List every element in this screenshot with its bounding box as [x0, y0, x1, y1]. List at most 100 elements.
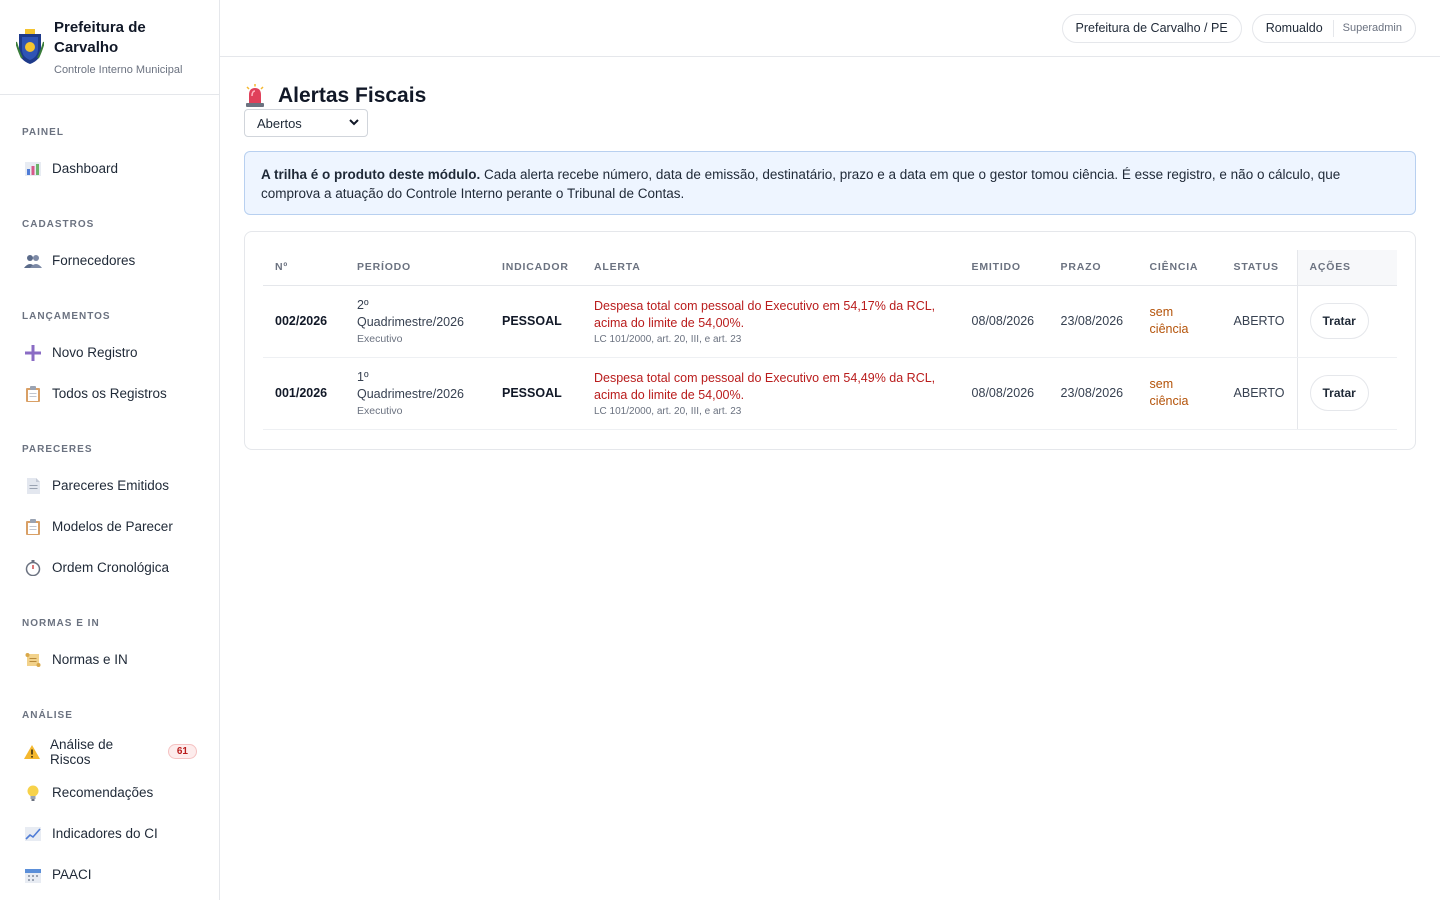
sidebar-item-label: Ordem Cronológica [52, 560, 170, 575]
siren-icon [246, 84, 264, 107]
table-row: 001/2026 1º Quadrimestre/2026 Executivo … [263, 357, 1397, 430]
sidebar-item-label: Normas e IN [52, 652, 128, 667]
status-filter-select[interactable]: Abertos [244, 109, 368, 137]
sidebar-item-label: Pareceres Emitidos [52, 478, 170, 493]
alert-text: Despesa total com pessoal do Executivo e… [594, 298, 936, 330]
section-title-normas: NORMAS E IN [22, 618, 100, 629]
alert-actions: Tratar [1296, 357, 1397, 430]
sidebar-item-analise-riscos[interactable]: Análise de Riscos 61 [0, 731, 219, 772]
sidebar: Prefeitura de Carvalho Controle Interno … [0, 0, 220, 900]
users-icon [22, 252, 44, 270]
sidebar-item-label: Dashboard [52, 161, 119, 176]
sidebar-item-todos-registros[interactable]: Todos os Registros [0, 373, 219, 414]
alert-cell: Despesa total com pessoal do Executivo e… [582, 285, 960, 358]
table-header-row: Nº PERÍODO INDICADOR ALERTA EMITIDO PRAZ… [263, 250, 1397, 286]
sidebar-item-label: Modelos de Parecer [52, 519, 173, 534]
user-name: Romualdo [1253, 19, 1334, 37]
user-role: Superadmin [1342, 22, 1402, 34]
sidebar-item-label: Recomendações [52, 785, 154, 800]
top-bar: Prefeitura de Carvalho / PE Romualdo Sup… [220, 0, 1440, 57]
col-header-prazo: PRAZO [1048, 250, 1138, 286]
sidebar-nav: PAINEL Dashboard CADASTROS Fornecedores … [0, 95, 219, 895]
col-header-alerta: ALERTA [582, 250, 960, 286]
ciencia-line-2: ciência [1149, 394, 1189, 408]
ciencia-line-1: sem [1149, 305, 1174, 319]
alert-legal-ref: LC 101/2000, art. 20, III, e art. 23 [594, 333, 742, 345]
ciencia-line-1: sem [1149, 377, 1174, 391]
alert-status: ABERTO [1221, 357, 1297, 430]
sidebar-item-modelos-parecer[interactable]: Modelos de Parecer [0, 506, 219, 547]
page-header: Alertas Fiscais [244, 83, 1416, 109]
scroll-icon [22, 651, 44, 669]
alert-legal-ref: LC 101/2000, art. 20, III, e art. 23 [594, 405, 742, 417]
period-name: Quadrimestre/2026 [357, 315, 465, 329]
alert-status: ABERTO [1221, 285, 1297, 358]
alert-deadline: 23/08/2026 [1048, 357, 1138, 430]
tratar-button[interactable]: Tratar [1309, 375, 1369, 411]
plus-icon [22, 344, 44, 362]
trend-icon [22, 825, 44, 843]
alert-period: 1º Quadrimestre/2026 Executivo [345, 357, 490, 430]
info-callout: A trilha é o produto deste módulo. Cada … [244, 151, 1416, 215]
status-filter-value: Abertos [257, 115, 302, 131]
page-title: Alertas Fiscais [278, 84, 427, 107]
alert-emitted-date: 08/08/2026 [959, 357, 1049, 430]
period-branch: Executivo [357, 405, 403, 417]
alert-indicator: PESSOAL [490, 285, 582, 358]
brand-subtitle: Controle Interno Municipal [54, 64, 183, 76]
section-title-painel: PAINEL [22, 127, 64, 138]
sidebar-item-ordem-cronologica[interactable]: Ordem Cronológica [0, 547, 219, 588]
section-title-pareceres: PARECERES [22, 444, 93, 455]
section-title-cadastros: CADASTROS [22, 219, 95, 230]
sidebar-item-indicadores-ci[interactable]: Indicadores do CI [0, 813, 219, 854]
calendar-icon [22, 866, 44, 884]
col-header-emitido: EMITIDO [959, 250, 1049, 286]
alert-number: 001/2026 [263, 357, 345, 430]
sidebar-item-normas-in[interactable]: Normas e IN [0, 639, 219, 680]
info-callout-bold: A trilha é o produto deste módulo. [261, 167, 481, 182]
clipboard-icon [22, 385, 44, 403]
sidebar-item-novo-registro[interactable]: Novo Registro [0, 332, 219, 373]
sidebar-item-label: Análise de Riscos [50, 736, 114, 767]
period-ordinal: 1º [357, 370, 369, 384]
chevron-down-icon [349, 117, 359, 129]
chart-icon [22, 160, 44, 178]
document-icon [22, 477, 44, 495]
brand-title: Prefeitura de Carvalho [54, 19, 146, 56]
sidebar-item-label: Novo Registro [52, 345, 138, 360]
alerts-table: Nº PERÍODO INDICADOR ALERTA EMITIDO PRAZ… [263, 250, 1397, 430]
org-selector[interactable]: Prefeitura de Carvalho / PE [1061, 13, 1242, 43]
sidebar-item-label: PAACI [52, 867, 92, 882]
period-branch: Executivo [357, 333, 403, 345]
main-content: Alertas Fiscais Abertos A trilha é o pro… [244, 57, 1416, 450]
alert-emitted-date: 08/08/2026 [959, 285, 1049, 358]
sidebar-item-pareceres-emitidos[interactable]: Pareceres Emitidos [0, 465, 219, 506]
col-header-periodo: PERÍODO [345, 250, 490, 286]
brand[interactable]: Prefeitura de Carvalho Controle Interno … [0, 0, 219, 95]
alert-cell: Despesa total com pessoal do Executivo e… [582, 357, 960, 430]
tratar-button[interactable]: Tratar [1309, 303, 1369, 339]
coat-of-arms-icon [16, 29, 44, 64]
sidebar-item-label: Fornecedores [52, 253, 136, 268]
period-ordinal: 2º [357, 298, 369, 312]
lightbulb-icon [22, 784, 44, 802]
col-header-status: STATUS [1221, 250, 1297, 286]
sidebar-item-dashboard[interactable]: Dashboard [0, 148, 219, 189]
alerts-card: Nº PERÍODO INDICADOR ALERTA EMITIDO PRAZ… [244, 231, 1416, 450]
col-header-ciencia: CIÊNCIA [1137, 250, 1222, 286]
sidebar-item-label: Todos os Registros [52, 386, 167, 401]
user-menu[interactable]: Romualdo Superadmin [1251, 13, 1416, 43]
col-header-acoes: AÇÕES [1296, 250, 1397, 286]
section-title-analise: ANÁLISE [22, 710, 73, 721]
sidebar-item-paaci[interactable]: PAACI [0, 854, 219, 895]
sidebar-item-fornecedores[interactable]: Fornecedores [0, 240, 219, 281]
alert-ciencia: sem ciência [1137, 285, 1222, 358]
sidebar-item-label: Indicadores do CI [52, 826, 158, 841]
table-row: 002/2026 2º Quadrimestre/2026 Executivo … [263, 285, 1397, 358]
alert-actions: Tratar [1296, 285, 1397, 358]
ciencia-line-2: ciência [1149, 322, 1189, 336]
sidebar-item-recomendacoes[interactable]: Recomendações [0, 772, 219, 813]
clipboard-icon [22, 518, 44, 536]
alert-period: 2º Quadrimestre/2026 Executivo [345, 285, 490, 358]
risk-count-badge: 61 [167, 744, 197, 759]
